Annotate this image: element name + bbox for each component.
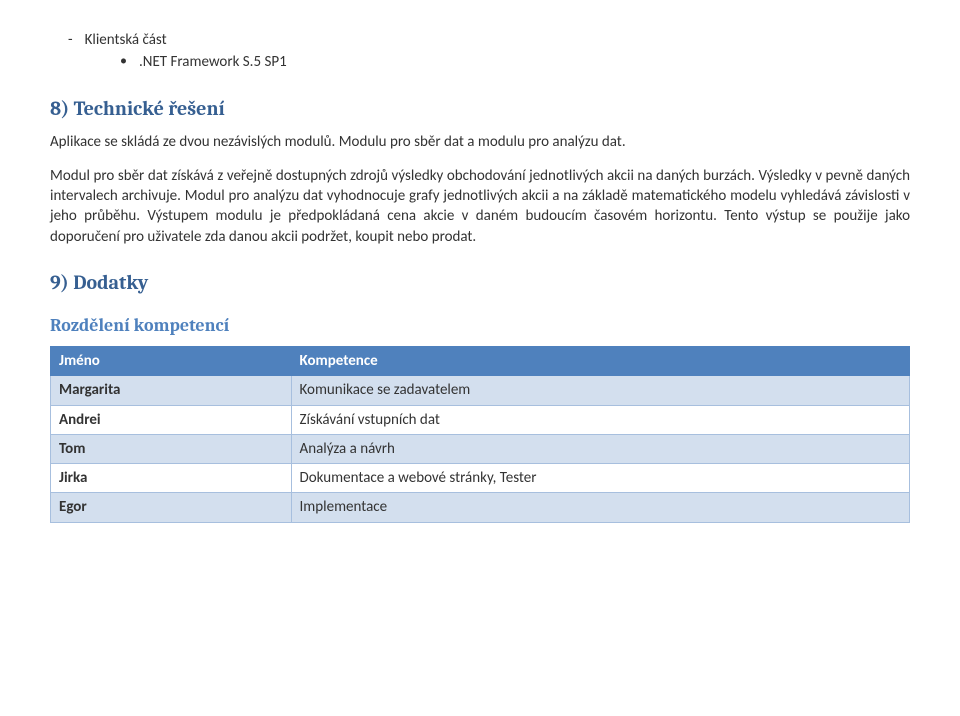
- list-item-text: Klientská část: [85, 30, 167, 50]
- section-heading-9: 9) Dodatky: [50, 269, 910, 296]
- table-cell: Jirka: [51, 464, 292, 493]
- table-row: Jirka Dokumentace a webové stránky, Test…: [51, 464, 910, 493]
- table-header-cell: Kompetence: [291, 347, 909, 376]
- list-item-text: .NET Framework S.5 SP1: [139, 52, 287, 72]
- table-row: Margarita Komunikace se zadavatelem: [51, 376, 910, 405]
- subsection-heading: Rozdělení kompetencí: [50, 314, 910, 338]
- paragraph: Aplikace se skládá ze dvou nezávislých m…: [50, 132, 910, 152]
- paragraph: Modul pro sběr dat získává z veřejně dos…: [50, 166, 910, 247]
- table-cell: Získávání vstupních dat: [291, 405, 909, 434]
- table-cell: Andrei: [51, 405, 292, 434]
- table-row: Tom Analýza a návrh: [51, 434, 910, 463]
- dash-icon: -: [68, 30, 85, 50]
- competency-table: Jméno Kompetence Margarita Komunikace se…: [50, 346, 910, 523]
- list-item: .NET Framework S.5 SP1: [50, 52, 910, 72]
- table-cell: Margarita: [51, 376, 292, 405]
- section-heading-8: 8) Technické řešení: [50, 95, 910, 122]
- table-cell: Komunikace se zadavatelem: [291, 376, 909, 405]
- table-row: Andrei Získávání vstupních dat: [51, 405, 910, 434]
- table-cell: Analýza a návrh: [291, 434, 909, 463]
- table-header-cell: Jméno: [51, 347, 292, 376]
- table-cell: Implementace: [291, 493, 909, 522]
- table-header-row: Jméno Kompetence: [51, 347, 910, 376]
- list-item: - Klientská část: [50, 30, 910, 50]
- table-cell: Egor: [51, 493, 292, 522]
- table-cell: Tom: [51, 434, 292, 463]
- table-cell: Dokumentace a webové stránky, Tester: [291, 464, 909, 493]
- table-row: Egor Implementace: [51, 493, 910, 522]
